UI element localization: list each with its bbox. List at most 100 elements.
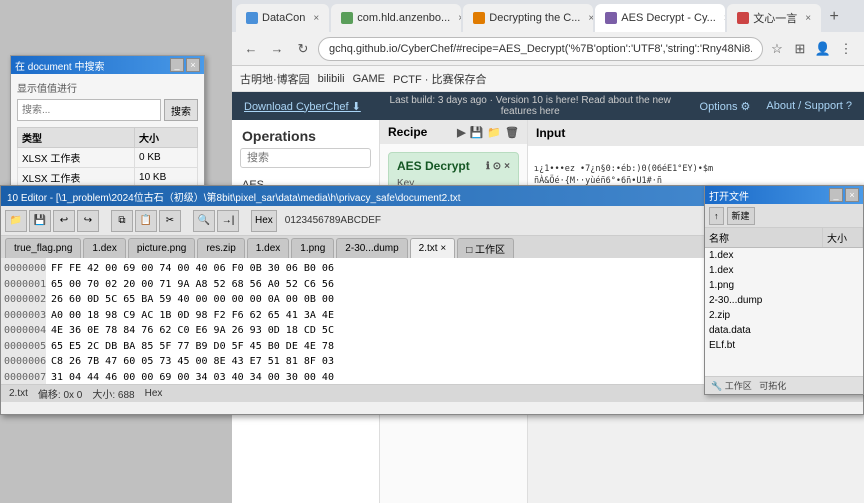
hex-save-btn[interactable]: 💾	[29, 210, 51, 232]
back-btn[interactable]: ←	[240, 38, 262, 60]
list-item[interactable]: ELf.bt	[705, 338, 863, 353]
file-manager-minimize[interactable]: _	[829, 188, 843, 202]
table-row[interactable]: XLSX 工作表 0 KB	[18, 148, 198, 168]
tab-favicon-decrypt	[473, 12, 485, 24]
hex-tab-2txt[interactable]: 2.txt ×	[410, 238, 456, 258]
hex-copy-btn[interactable]: ⧉	[111, 210, 133, 232]
list-item[interactable]: 1.dex	[705, 263, 863, 278]
forward-btn[interactable]: →	[266, 38, 288, 60]
bookmark-gumingdi[interactable]: 古明地·博客园	[240, 71, 310, 87]
file-manager-close[interactable]: ×	[845, 188, 859, 202]
tab-favicon-aes	[605, 12, 617, 24]
input-header: Input + 📁 ⧉ 🗑	[528, 120, 864, 146]
tab-close-anzenbo[interactable]: ×	[458, 13, 461, 24]
hex-status-text: 0123456789ABCDEF	[285, 215, 381, 226]
recipe-clear-icon[interactable]: 🗑	[505, 126, 519, 139]
files-new-btn[interactable]: 新建	[727, 207, 755, 225]
doc-search-minimize[interactable]: _	[170, 58, 184, 72]
profile-icon[interactable]: 👤	[813, 39, 833, 59]
hex-offsets: 00000000 00000010 00000020 00000030 0000…	[1, 258, 46, 384]
files-status-text: 🔧 工作区 可拓化	[711, 379, 786, 392]
hex-tab-1dex[interactable]: 1.dex	[83, 238, 125, 258]
hex-editor-title: 10 Editor - [\1_problem\2024位古石（初级）\第8bi…	[7, 189, 461, 204]
list-item[interactable]: data.data	[705, 323, 863, 338]
hex-tab-workarea[interactable]: □ 工作区	[457, 238, 514, 258]
bookmark-icon[interactable]: ☆	[767, 39, 787, 59]
tab-close-wenxin[interactable]: ×	[805, 13, 811, 24]
reload-btn[interactable]: ↻	[292, 38, 314, 60]
recipe-icons: ▶ 💾 📁 🗑	[457, 126, 519, 139]
tab-favicon-datacon	[246, 12, 258, 24]
extensions-icon[interactable]: ⊞	[790, 39, 810, 59]
hex-tab-picture[interactable]: picture.png	[128, 238, 195, 258]
recipe-card-disable[interactable]: ⊙	[493, 161, 501, 172]
settings-icon[interactable]: ⋮	[836, 39, 856, 59]
recipe-card-name: AES Decrypt	[397, 159, 470, 173]
doc-search-input[interactable]	[17, 99, 161, 121]
doc-search-btn[interactable]: 搜索	[164, 99, 198, 121]
list-item[interactable]: 1.dex	[705, 248, 863, 263]
tab-close-aes[interactable]: ×	[724, 13, 725, 24]
bookmark-bilibili[interactable]: bilibili	[318, 73, 345, 85]
hex-redo-btn[interactable]: ↪	[77, 210, 99, 232]
bookmark-pctf[interactable]: PCTF · 比赛保存合	[393, 71, 487, 87]
browser-tab-wenxin[interactable]: 文心一言 ×	[727, 4, 821, 32]
hex-tab-1dex2[interactable]: 1.dex	[247, 238, 289, 258]
hex-goto-btn[interactable]: →|	[217, 210, 239, 232]
browser-tab-aes[interactable]: AES Decrypt - Cy... ×	[595, 4, 725, 32]
recipe-header: Recipe ▶ 💾 📁 🗑	[380, 120, 527, 144]
hex-tab-reszip[interactable]: res.zip	[197, 238, 244, 258]
hex-undo-btn[interactable]: ↩	[53, 210, 75, 232]
browser-toolbar: ← → ↻ ☆ ⊞ 👤 ⋮	[232, 32, 864, 66]
options-btn[interactable]: Options ⚙	[700, 100, 751, 113]
doc-search-hint: 显示值值进行	[17, 80, 198, 95]
recipe-save-icon[interactable]: 💾	[470, 126, 484, 139]
build-info: Last build: 3 days ago · Version 10 is h…	[377, 95, 684, 117]
recipe-card-info[interactable]: ℹ	[486, 161, 490, 172]
hex-open-btn[interactable]: 📁	[5, 210, 27, 232]
hex-status-offset: 偏移: 0x 0	[38, 386, 82, 401]
tab-favicon-anzenbo	[341, 12, 353, 24]
col-size: 大小	[135, 128, 198, 148]
doc-search-row: 搜索	[17, 99, 198, 121]
hex-tab-dump[interactable]: 2-30...dump	[336, 238, 407, 258]
files-list: 1.dex 1.dex 1.png 2-30...dump 2.zip data…	[705, 248, 863, 376]
list-item[interactable]: 2-30...dump	[705, 293, 863, 308]
tab-label-anzenbo: com.hld.anzenbo...	[357, 12, 450, 24]
new-tab-btn[interactable]: +	[823, 6, 845, 28]
tab-close-datacon[interactable]: ×	[313, 13, 319, 24]
hex-mode-btn[interactable]: Hex	[251, 210, 277, 232]
about-btn[interactable]: About / Support ?	[766, 100, 852, 112]
browser-tab-decrypt[interactable]: Decrypting the C... ×	[463, 4, 593, 32]
files-col-size: 大小	[823, 228, 863, 247]
cyberchef-bar: Download CyberChef ⬇ Last build: 3 days …	[232, 92, 864, 120]
tab-favicon-wenxin	[737, 12, 749, 24]
files-header: 名称 大小	[705, 228, 863, 248]
list-item[interactable]: 2.zip	[705, 308, 863, 323]
cell-size: 0 KB	[135, 148, 198, 168]
hex-paste-btn[interactable]: 📋	[135, 210, 157, 232]
browser-tab-datacon[interactable]: DataCon ×	[236, 4, 329, 32]
list-item[interactable]: 1.png	[705, 278, 863, 293]
hex-bytes[interactable]: FF FE 42 00 69 00 74 00 40 06 F0 0B 30 0…	[46, 258, 763, 384]
hex-tab-1png[interactable]: 1.png	[291, 238, 334, 258]
toolbar-icons: ☆ ⊞ 👤 ⋮	[767, 39, 856, 59]
hex-status-filename: 2.txt	[9, 388, 28, 399]
recipe-load-icon[interactable]: 📁	[487, 126, 501, 139]
operations-search[interactable]	[240, 148, 371, 168]
files-up-btn[interactable]: ↑	[709, 207, 724, 225]
bookmark-game[interactable]: GAME	[353, 73, 385, 85]
recipe-play-icon[interactable]: ▶	[457, 126, 465, 139]
tab-close-decrypt[interactable]: ×	[588, 13, 593, 24]
browser-tab-anzenbo[interactable]: com.hld.anzenbo... ×	[331, 4, 461, 32]
doc-search-close[interactable]: ×	[186, 58, 200, 72]
hex-tab-flag[interactable]: true_flag.png	[5, 238, 81, 258]
file-manager-controls: _ ×	[829, 188, 859, 202]
col-type: 类型	[18, 128, 135, 148]
download-cyberchef[interactable]: Download CyberChef ⬇	[244, 100, 361, 113]
address-bar[interactable]	[318, 37, 763, 61]
hex-find-btn[interactable]: 🔍	[193, 210, 215, 232]
hex-cut-btn[interactable]: ✂	[159, 210, 181, 232]
recipe-card-remove[interactable]: ×	[504, 161, 510, 172]
recipe-card-icons: ℹ ⊙ ×	[486, 161, 510, 172]
